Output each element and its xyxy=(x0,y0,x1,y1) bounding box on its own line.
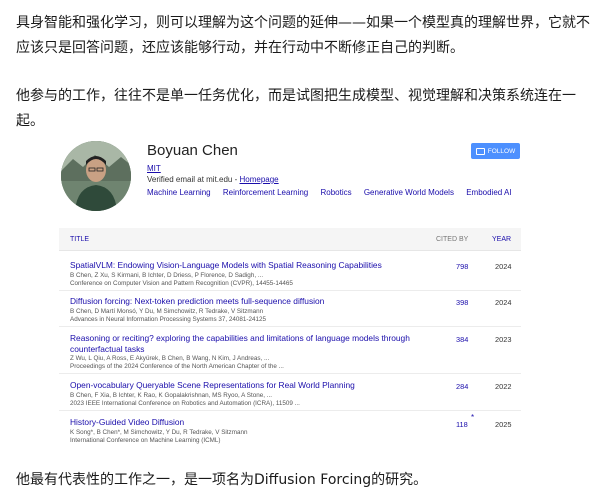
paper-authors: B Chen, F Xia, B Ichter, K Rao, K Gopala… xyxy=(70,392,272,399)
affiliation-link[interactable]: MIT xyxy=(147,164,161,173)
cited-by-link[interactable]: 284 xyxy=(456,382,468,391)
paper-venue: 2023 IEEE International Conference on Ro… xyxy=(70,400,300,407)
interest-link[interactable]: Embodied AI xyxy=(466,188,511,197)
publications-table-header: TITLE CITED BY YEAR xyxy=(59,228,521,251)
interest-link[interactable]: Robotics xyxy=(320,188,351,197)
cited-by-link[interactable]: 384 xyxy=(456,335,468,344)
star-marker: * xyxy=(471,413,475,422)
paper-title-link[interactable]: Open-vocabulary Queryable Scene Represen… xyxy=(70,380,425,391)
article-paragraph-3: 他最有代表性的工作之一，是一项名为Diffusion Forcing的研究。 xyxy=(16,472,428,488)
follow-button[interactable]: FOLLOW xyxy=(471,143,520,159)
paper-venue: Advances in Neural Information Processin… xyxy=(70,316,267,323)
paper-venue: Conference on Computer Vision and Patter… xyxy=(70,280,293,287)
paper-year: 2025 xyxy=(495,420,512,429)
follow-label: FOLLOW xyxy=(487,147,516,155)
paper-venue: International Conference on Machine Lear… xyxy=(70,437,221,444)
paper-authors: B Chen, D Martí Monsó, Y Du, M Simchowit… xyxy=(70,308,264,315)
mail-icon xyxy=(475,147,485,155)
cited-by-link[interactable]: 398 xyxy=(456,298,468,307)
paper-year: 2024 xyxy=(495,298,512,307)
row-divider xyxy=(59,373,521,374)
cited-by-link[interactable]: 798 xyxy=(456,262,468,271)
paper-year: 2024 xyxy=(495,262,512,271)
row-divider xyxy=(59,410,521,411)
paper-authors: B Chen, Z Xu, S Kirmani, B Ichter, D Dri… xyxy=(70,272,264,279)
research-interests: Machine Learning Reinforcement Learning … xyxy=(147,188,522,197)
email-line: Verified email at mit.edu - Homepage xyxy=(147,175,279,184)
interest-link[interactable]: Reinforcement Learning xyxy=(223,188,308,197)
interest-link[interactable]: Generative World Models xyxy=(364,188,454,197)
paper-authors: K Song*, B Chen*, M Simchowitz, Y Du, R … xyxy=(70,429,248,436)
cited-by-link[interactable]: 118 xyxy=(456,420,468,429)
profile-photo xyxy=(61,141,131,211)
paper-title-link[interactable]: SpatialVLM: Endowing Vision-Language Mod… xyxy=(70,260,425,271)
article-paragraph-1: 具身智能和强化学习，则可以理解为这个问题的延伸——如果一个模型真的理解世界，它就… xyxy=(16,15,590,56)
paper-authors: Z Wu, L Qiu, A Ross, E Akyürek, B Chen, … xyxy=(70,355,270,362)
sort-by-year[interactable]: YEAR xyxy=(492,236,511,243)
paper-title-link[interactable]: Diffusion forcing: Next-token prediction… xyxy=(70,296,425,307)
paper-year: 2022 xyxy=(495,382,512,391)
row-divider xyxy=(59,290,521,291)
interest-link[interactable]: Machine Learning xyxy=(147,188,211,197)
sort-by-cited[interactable]: CITED BY xyxy=(436,236,468,243)
row-divider xyxy=(59,326,521,327)
paper-title-link[interactable]: History-Guided Video Diffusion xyxy=(70,417,425,428)
sort-by-title[interactable]: TITLE xyxy=(70,236,89,243)
homepage-link[interactable]: Homepage xyxy=(239,175,278,184)
paper-title-link[interactable]: Reasoning or reciting? exploring the cap… xyxy=(70,333,425,355)
paper-year: 2023 xyxy=(495,335,512,344)
article-paragraph-2: 他参与的工作，往往不是单一任务优化，而是试图把生成模型、视觉理解和决策系统连在一… xyxy=(16,88,576,129)
paper-venue: Proceedings of the 2024 Conference of th… xyxy=(70,363,284,370)
profile-name: Boyuan Chen xyxy=(147,142,238,159)
scholar-profile-card: Boyuan Chen MIT Verified email at mit.ed… xyxy=(59,131,537,447)
verified-email-text: Verified email at mit.edu - xyxy=(147,175,240,184)
